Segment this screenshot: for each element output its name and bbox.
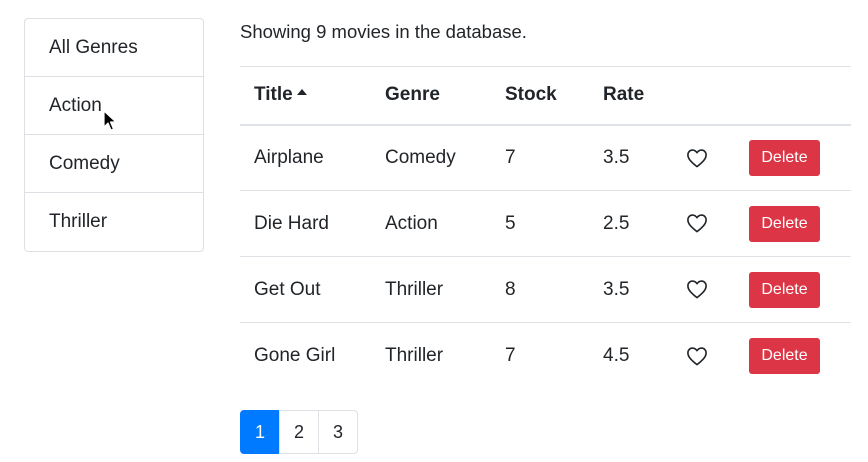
delete-button[interactable]: Delete	[749, 205, 820, 242]
table-row: Get Out Thriller 8 3.5 Delete	[240, 256, 851, 323]
column-header-stock[interactable]: Stock	[491, 66, 589, 126]
cell-delete: Delete	[731, 256, 851, 323]
cell-rate: 3.5	[589, 256, 672, 323]
movies-table: Title Genre Stock Rate Airplane Comedy 7…	[240, 66, 851, 389]
cell-rate: 2.5	[589, 190, 672, 257]
cell-genre: Comedy	[371, 124, 491, 191]
cell-title: Airplane	[240, 124, 371, 191]
cell-stock: 5	[491, 190, 589, 257]
mouse-pointer-icon	[103, 110, 117, 131]
cell-stock: 7	[491, 322, 589, 389]
cell-genre: Thriller	[371, 256, 491, 323]
column-header-like	[672, 66, 731, 126]
cell-title: Die Hard	[240, 190, 371, 257]
cell-title: Get Out	[240, 256, 371, 323]
heart-outline-icon[interactable]	[686, 346, 708, 366]
genre-item-thriller[interactable]: Thriller	[25, 193, 203, 251]
movies-page: All Genres Action Comedy Thriller Showin…	[0, 0, 868, 462]
sort-up-caret-icon	[296, 89, 307, 96]
page-link-3[interactable]: 3	[318, 410, 358, 454]
table-row: Gone Girl Thriller 7 4.5 Delete	[240, 322, 851, 389]
cell-title: Gone Girl	[240, 322, 371, 389]
genre-list: All Genres Action Comedy Thriller	[24, 18, 204, 252]
heart-outline-icon[interactable]	[686, 213, 708, 233]
column-header-genre[interactable]: Genre	[371, 66, 491, 126]
heart-outline-icon[interactable]	[686, 279, 708, 299]
column-header-rate[interactable]: Rate	[589, 66, 672, 126]
column-header-title-label: Title	[254, 84, 293, 106]
cell-delete: Delete	[731, 322, 851, 389]
delete-button[interactable]: Delete	[749, 139, 820, 176]
heart-outline-icon[interactable]	[686, 148, 708, 168]
page-link-1[interactable]: 1	[240, 410, 280, 454]
cell-stock: 7	[491, 124, 589, 191]
cell-rate: 4.5	[589, 322, 672, 389]
cell-like	[672, 256, 731, 323]
cell-like	[672, 322, 731, 389]
cell-like	[672, 190, 731, 257]
cell-genre: Thriller	[371, 322, 491, 389]
column-header-delete	[731, 66, 851, 126]
movie-count-summary: Showing 9 movies in the database.	[240, 21, 527, 42]
genre-item-all-genres[interactable]: All Genres	[25, 19, 203, 77]
cell-delete: Delete	[731, 190, 851, 257]
cell-delete: Delete	[731, 124, 851, 191]
delete-button[interactable]: Delete	[749, 337, 820, 374]
delete-button[interactable]: Delete	[749, 271, 820, 308]
cell-genre: Action	[371, 190, 491, 257]
table-row: Die Hard Action 5 2.5 Delete	[240, 190, 851, 257]
cell-stock: 8	[491, 256, 589, 323]
column-header-title[interactable]: Title	[240, 66, 371, 126]
pagination: 1 2 3	[240, 410, 358, 454]
genre-item-comedy[interactable]: Comedy	[25, 135, 203, 193]
table-header-row: Title Genre Stock Rate	[240, 66, 851, 126]
cell-like	[672, 124, 731, 191]
page-link-2[interactable]: 2	[279, 410, 319, 454]
table-row: Airplane Comedy 7 3.5 Delete	[240, 124, 851, 191]
cell-rate: 3.5	[589, 124, 672, 191]
